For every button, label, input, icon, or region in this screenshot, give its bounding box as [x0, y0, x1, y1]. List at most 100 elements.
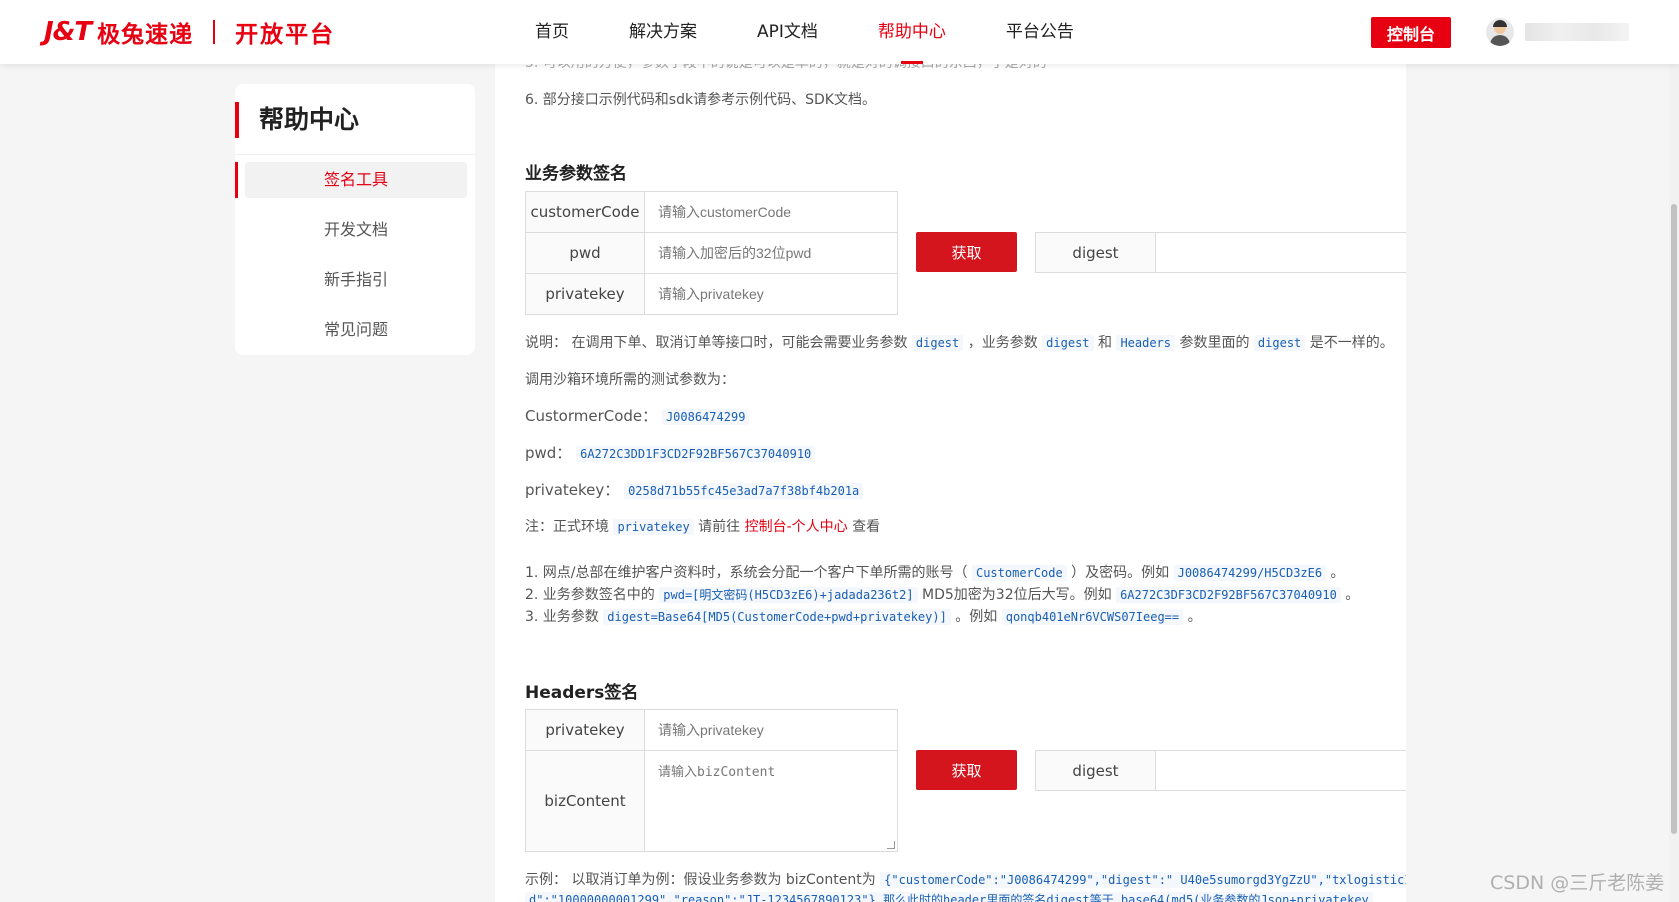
- step-text: 。例如: [955, 609, 998, 625]
- scrollbar-thumb[interactable]: [1671, 204, 1677, 834]
- pwd-input[interactable]: [646, 233, 896, 273]
- biz-sign-form: customerCode pwd privatekey: [525, 191, 898, 315]
- note-text: 注：正式环境: [525, 519, 609, 535]
- headers-digest-box: digest: [1035, 750, 1406, 791]
- note-6: 6. 部分接口示例代码和sdk请参考示例代码、SDK文档。: [525, 92, 876, 108]
- privatekey-input[interactable]: [646, 274, 896, 314]
- step-text: 。: [1330, 565, 1345, 581]
- nav-home[interactable]: 首页: [535, 0, 569, 64]
- sandbox-privatekey: privatekey： 0258d71b55fc45e3ad7a7f38bf4b…: [525, 479, 864, 500]
- desc-text: 和: [1097, 335, 1112, 351]
- biz-description: 说明： 在调用下单、取消订单等接口时，可能会需要业务参数 digest ，业务参…: [525, 332, 1394, 352]
- step-text: ）及密码。例如: [1071, 565, 1170, 581]
- note-text: 请前往: [698, 519, 741, 535]
- code-digest: digest: [911, 335, 964, 351]
- nav-help-center[interactable]: 帮助中心: [878, 0, 946, 64]
- step-1: 1. 网点/总部在维护客户资料时，系统会分配一个客户下单所需的账号（ Custo…: [525, 562, 1345, 582]
- step-code: 6A272C3DF3CD2F92BF567C37040910: [1116, 587, 1341, 603]
- headers-get-button[interactable]: 获取: [916, 750, 1017, 790]
- example-code: d":"10000000001299","reason":"JT-1234567…: [525, 892, 1373, 902]
- step-code: CustomerCode: [971, 565, 1067, 581]
- nav-api-docs[interactable]: API文档: [757, 0, 818, 64]
- sandbox-intro: 调用沙箱环境所需的测试参数为：: [525, 372, 735, 388]
- headers-example: 示例： 以取消订单为例：假设业务参数为 bizContent为 {"custom…: [525, 869, 1406, 889]
- step-code: pwd=[明文密码(H5CD3zE6)+jadada236t2]: [659, 587, 918, 603]
- sandbox-pwd: pwd： 6A272C3DD1F3CD2F92BF567C37040910: [525, 442, 816, 463]
- bizcontent-textarea[interactable]: [646, 751, 896, 851]
- step-2: 2. 业务参数签名中的 pwd=[明文密码(H5CD3zE6)+jadada23…: [525, 584, 1359, 604]
- code-headers: Headers: [1116, 335, 1176, 351]
- headers-privatekey-label: privatekey: [526, 710, 645, 750]
- headers-digest-output[interactable]: [1157, 751, 1406, 790]
- nav-solutions[interactable]: 解决方案: [629, 0, 697, 64]
- desc-text: 说明： 在调用下单、取消订单等接口时，可能会需要业务参数: [525, 335, 908, 351]
- pwd-label: pwd: [526, 233, 645, 273]
- logo-mark: J&T: [44, 17, 92, 47]
- console-button[interactable]: 控制台: [1371, 17, 1451, 48]
- sidebar-item-dev-docs[interactable]: 开发文档: [245, 212, 467, 248]
- watermark: CSDN @三斤老陈姜: [1490, 872, 1665, 894]
- sandbox-label: pwd：: [525, 444, 572, 462]
- privatekey-label: privatekey: [526, 274, 645, 314]
- sandbox-value: J0086474299: [661, 409, 750, 425]
- logo[interactable]: J&T 极兔速递 开放平台: [44, 16, 335, 48]
- customercode-input[interactable]: [646, 192, 896, 232]
- biz-get-button[interactable]: 获取: [916, 232, 1017, 272]
- code-digest: digest: [1253, 335, 1306, 351]
- form-row: customerCode: [526, 192, 897, 233]
- console-profile-link[interactable]: 控制台-个人中心: [745, 519, 848, 535]
- headers-digest-label: digest: [1036, 751, 1156, 790]
- headers-sign-title: Headers签名: [525, 683, 639, 703]
- sidebar-title: 帮助中心: [235, 102, 359, 138]
- desc-text: 参数里面的: [1179, 335, 1250, 351]
- nav-announcements[interactable]: 平台公告: [1006, 0, 1074, 64]
- step-text: 。: [1345, 587, 1360, 603]
- username-blurred[interactable]: [1525, 23, 1629, 41]
- example-text: 示例： 以取消订单为例：假设业务参数为 bizContent为: [525, 872, 876, 888]
- sandbox-customercode: CustormerCode： J0086474299: [525, 405, 750, 426]
- headers-privatekey-input[interactable]: [646, 710, 896, 750]
- step-code: J0086474299/H5CD3zE6: [1173, 565, 1327, 581]
- sidebar-active-indicator: [235, 162, 238, 198]
- headers-sign-form: privatekey bizContent: [525, 709, 898, 852]
- biz-digest-box: digest: [1035, 232, 1406, 273]
- sidebar: 帮助中心 签名工具 开发文档 新手指引 常见问题: [235, 84, 475, 355]
- logo-divider: [213, 20, 216, 44]
- customercode-label: customerCode: [526, 192, 645, 232]
- production-note: 注：正式环境 privatekey 请前往 控制台-个人中心 查看: [525, 516, 880, 536]
- sandbox-value: 0258d71b55fc45e3ad7a7f38bf4b201a: [624, 483, 864, 499]
- biz-digest-label: digest: [1036, 233, 1156, 272]
- main-content: 5. 可以用的方便，参数字段中的说是可以是单的，就是对的调接口的东西，于是对的 …: [495, 0, 1406, 902]
- step-3: 3. 业务参数 digest=Base64[MD5(CustomerCode+p…: [525, 606, 1202, 626]
- sidebar-item-faq[interactable]: 常见问题: [245, 312, 467, 348]
- step-text: MD5加密为32位后大写。例如: [922, 587, 1112, 603]
- resize-handle-icon[interactable]: [887, 841, 895, 849]
- example-code: {"customerCode":"J0086474299","digest":"…: [880, 872, 1406, 888]
- code-privatekey: privatekey: [613, 519, 694, 535]
- logo-brand: 极兔速递: [97, 22, 194, 48]
- sandbox-label: CustormerCode：: [525, 407, 658, 425]
- biz-digest-output[interactable]: [1157, 233, 1406, 272]
- headers-example-line2: d":"10000000001299","reason":"JT-1234567…: [525, 891, 1373, 902]
- sidebar-divider: [235, 154, 475, 155]
- desc-text: ，业务参数: [967, 335, 1038, 351]
- sandbox-value: 6A272C3DD1F3CD2F92BF567C37040910: [576, 446, 816, 462]
- step-text: 3. 业务参数: [525, 609, 599, 625]
- sidebar-item-beginner-guide[interactable]: 新手指引: [245, 262, 467, 298]
- form-row: privatekey: [526, 710, 897, 751]
- avatar[interactable]: [1486, 18, 1514, 46]
- form-row: bizContent: [526, 751, 897, 851]
- sidebar-item-sign-tool[interactable]: 签名工具: [245, 162, 467, 198]
- form-row: privatekey: [526, 274, 897, 314]
- step-code: digest=Base64[MD5(CustomerCode+pwd+priva…: [603, 609, 951, 625]
- top-navbar: J&T 极兔速递 开放平台 首页 解决方案 API文档 帮助中心 平台公告 控制…: [0, 0, 1679, 64]
- step-text: 。: [1187, 609, 1202, 625]
- step-text: 1. 网点/总部在维护客户资料时，系统会分配一个客户下单所需的账号（: [525, 565, 968, 581]
- step-code: qonqb401eNr6VCWS07Ieeg==: [1001, 609, 1184, 625]
- sandbox-label: privatekey：: [525, 481, 620, 499]
- page-scrollbar[interactable]: [1669, 64, 1679, 902]
- code-digest: digest: [1042, 335, 1094, 351]
- form-row: pwd: [526, 233, 897, 274]
- note-text: 查看: [852, 519, 881, 535]
- desc-text: 是不一样的。: [1309, 335, 1394, 351]
